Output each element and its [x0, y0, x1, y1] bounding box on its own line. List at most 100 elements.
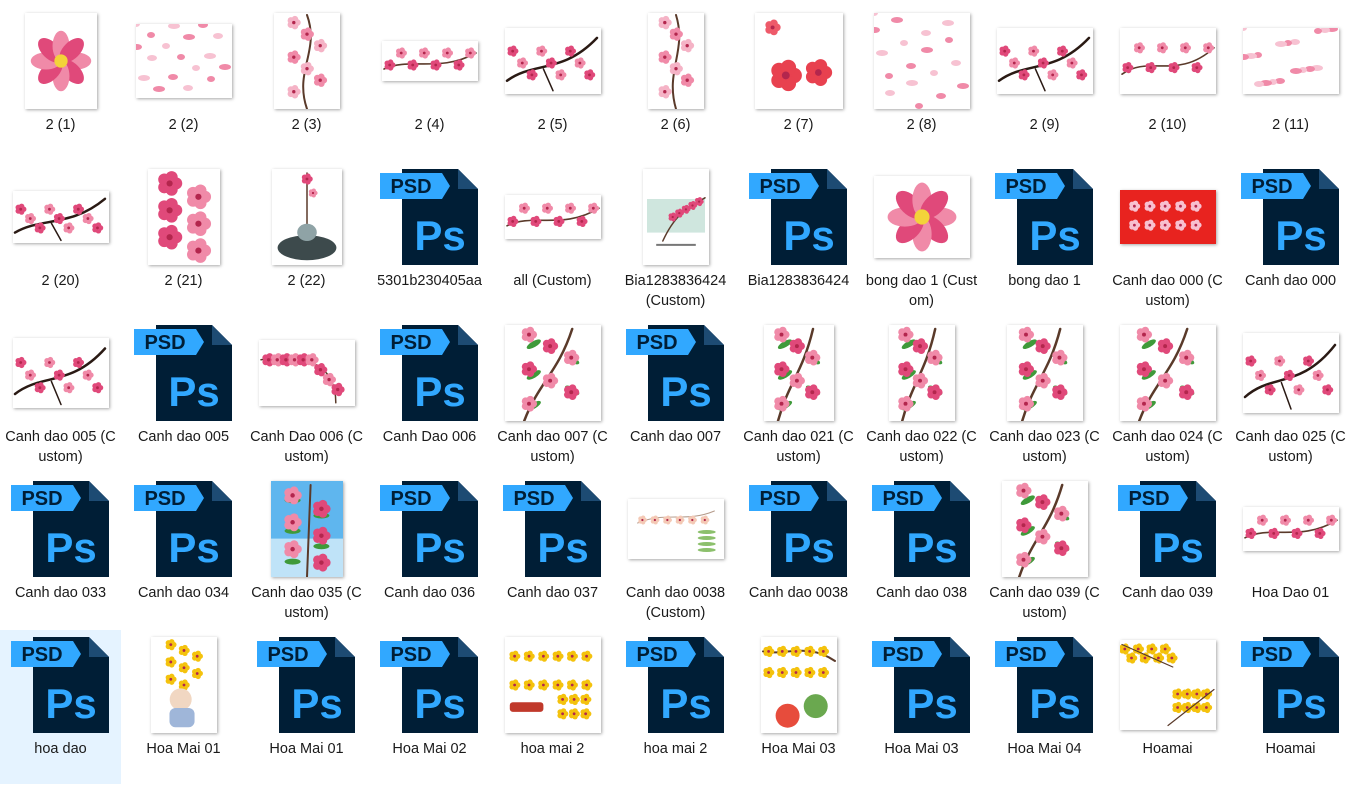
file-name-label: hoa mai 2 [520, 741, 585, 757]
file-thumbnail [246, 474, 367, 584]
psd-file-item[interactable]: PSD Ps Hoa Mai 01 [246, 630, 367, 784]
file-thumbnail [1107, 318, 1228, 428]
image-thumbnail-icon [754, 13, 843, 109]
image-file-item[interactable]: 2 (2) [123, 6, 244, 160]
psd-file-item[interactable]: PSD Ps hoa mai 2 [615, 630, 736, 784]
file-name-label: Canh dao 021 (Custom) [743, 429, 854, 465]
file-name-label: 2 (3) [291, 117, 322, 133]
image-file-item[interactable]: Canh dao 039 (Custom) [984, 474, 1105, 628]
file-thumbnail [123, 6, 244, 116]
image-file-item[interactable]: Canh Dao 006 (Custom) [246, 318, 367, 472]
image-file-item[interactable]: Hoa Dao 01 [1230, 474, 1351, 628]
psd-file-icon: PSD Ps [871, 635, 972, 735]
image-thumbnail-icon [135, 24, 232, 98]
svg-text:PSD: PSD [1251, 176, 1292, 198]
image-file-item[interactable]: 2 (7) [738, 6, 859, 160]
psd-file-item[interactable]: PSD Ps Canh dao 033 [0, 474, 121, 628]
file-name-label: Canh dao 0038 (Custom) [625, 585, 726, 621]
image-file-item[interactable]: Canh dao 024 (Custom) [1107, 318, 1228, 472]
image-thumbnail-icon [1119, 28, 1216, 94]
file-thumbnail: PSD Ps [615, 630, 736, 740]
image-file-item[interactable]: 2 (6) [615, 6, 736, 160]
svg-text:Ps: Ps [660, 368, 711, 415]
image-thumbnail-icon [504, 637, 601, 733]
image-file-item[interactable]: 2 (4) [369, 6, 490, 160]
image-file-item[interactable]: 2 (20) [0, 162, 121, 316]
psd-file-icon: PSD Ps [379, 481, 478, 577]
psd-file-item[interactable]: PSD Ps Canh dao 037 [492, 474, 613, 628]
psd-file-item[interactable]: PSD Ps bong dao 1 [984, 162, 1105, 316]
psd-file-item[interactable]: PSD Ps Canh dao 039 [1107, 474, 1228, 628]
psd-file-item[interactable]: PSD Ps Canh Dao 006 [369, 318, 490, 472]
image-file-item[interactable]: all (Custom) [492, 162, 613, 316]
file-thumbnail: PSD Ps [369, 318, 490, 428]
svg-text:PSD: PSD [1005, 176, 1046, 198]
image-file-item[interactable]: Canh dao 023 (Custom) [984, 318, 1105, 472]
file-thumbnail: PSD Ps [615, 318, 736, 428]
psd-file-icon: PSD Ps [994, 637, 1093, 733]
image-file-item[interactable]: Canh dao 022 (Custom) [861, 318, 982, 472]
svg-text:Ps: Ps [45, 524, 96, 571]
psd-file-icon: PSD Ps [871, 637, 970, 733]
svg-text:Ps: Ps [1029, 212, 1080, 259]
psd-file-item[interactable]: PSD Ps Canh dao 036 [369, 474, 490, 628]
file-thumbnail [615, 162, 736, 272]
image-thumbnail-icon [504, 28, 601, 94]
image-file-item[interactable]: 2 (3) [246, 6, 367, 160]
image-thumbnail-icon [504, 325, 601, 421]
image-file-item[interactable]: Hoa Mai 01 [123, 630, 244, 784]
psd-file-item[interactable]: PSD Ps Canh dao 005 [123, 318, 244, 472]
svg-text:PSD: PSD [759, 488, 800, 510]
psd-file-item[interactable]: PSD Ps hoa dao [0, 630, 121, 784]
file-name-label: Canh Dao 006 [382, 429, 477, 445]
file-name-label: Hoa Mai 02 [392, 741, 467, 757]
file-thumbnail [492, 630, 613, 740]
image-file-item[interactable]: bong dao 1 (Custom) [861, 162, 982, 316]
psd-file-item[interactable]: PSD Ps Canh dao 038 [861, 474, 982, 628]
psd-file-item[interactable]: PSD Ps Canh dao 000 [1230, 162, 1351, 316]
image-file-item[interactable]: 2 (9) [984, 6, 1105, 160]
image-file-item[interactable]: 2 (1) [0, 6, 121, 160]
image-file-item[interactable]: 2 (8) [861, 6, 982, 160]
file-name-label: bong dao 1 (Custom) [865, 273, 978, 309]
image-file-item[interactable]: 2 (22) [246, 162, 367, 316]
image-file-item[interactable]: Bia1283836424 (Custom) [615, 162, 736, 316]
image-file-item[interactable]: Canh dao 007 (Custom) [492, 318, 613, 472]
psd-file-item[interactable]: PSD Ps Canh dao 007 [615, 318, 736, 472]
image-file-item[interactable]: Canh dao 000 (Custom) [1107, 162, 1228, 316]
image-file-item[interactable]: Canh dao 025 (Custom) [1230, 318, 1351, 472]
psd-file-item[interactable]: PSD Ps 5301b230405aa [369, 162, 490, 316]
image-file-item[interactable]: Canh dao 021 (Custom) [738, 318, 859, 472]
psd-file-item[interactable]: PSD Ps Bia1283836424 [738, 162, 859, 316]
svg-text:PSD: PSD [1128, 488, 1169, 510]
file-name-label: Hoa Mai 03 [884, 741, 959, 757]
image-thumbnail-icon [1242, 28, 1339, 94]
file-grid: 2 (1) 2 (2) 2 (3) 2 (4) 2 (5) 2 (6) 2 (7) 2 (8)… [0, 0, 1351, 811]
image-file-item[interactable]: Canh dao 0038 (Custom) [615, 474, 736, 628]
file-name-label: Canh Dao 006 (Custom) [250, 429, 363, 465]
psd-file-item[interactable]: PSD Ps Hoa Mai 02 [369, 630, 490, 784]
psd-file-icon: PSD Ps [625, 325, 724, 421]
svg-text:Ps: Ps [906, 524, 957, 571]
psd-file-item[interactable]: PSD Ps Hoa Mai 03 [861, 630, 982, 784]
file-name-label: Canh dao 033 [14, 585, 107, 601]
image-file-item[interactable]: Hoamai [1107, 630, 1228, 784]
psd-file-item[interactable]: PSD Ps Canh dao 0038 [738, 474, 859, 628]
file-thumbnail [1230, 318, 1351, 428]
image-file-item[interactable]: Canh dao 035 (Custom) [246, 474, 367, 628]
psd-file-item[interactable]: PSD Ps Canh dao 034 [123, 474, 244, 628]
file-name-label: Canh dao 005 (Custom) [5, 429, 116, 465]
psd-file-item[interactable]: PSD Ps Hoa Mai 04 [984, 630, 1105, 784]
image-file-item[interactable]: 2 (11) [1230, 6, 1351, 160]
image-file-item[interactable]: hoa mai 2 [492, 630, 613, 784]
image-file-item[interactable]: 2 (5) [492, 6, 613, 160]
psd-file-item[interactable]: PSD Ps Hoamai [1230, 630, 1351, 784]
file-name-label: Canh dao 035 (Custom) [251, 585, 362, 621]
svg-text:PSD: PSD [1251, 644, 1292, 666]
image-file-item[interactable]: 2 (21) [123, 162, 244, 316]
image-file-item[interactable]: Hoa Mai 03 [738, 630, 859, 784]
image-file-item[interactable]: 2 (10) [1107, 6, 1228, 160]
svg-text:Ps: Ps [414, 368, 465, 415]
image-file-item[interactable]: Canh dao 005 (Custom) [0, 318, 121, 472]
psd-file-icon: PSD Ps [625, 635, 726, 735]
